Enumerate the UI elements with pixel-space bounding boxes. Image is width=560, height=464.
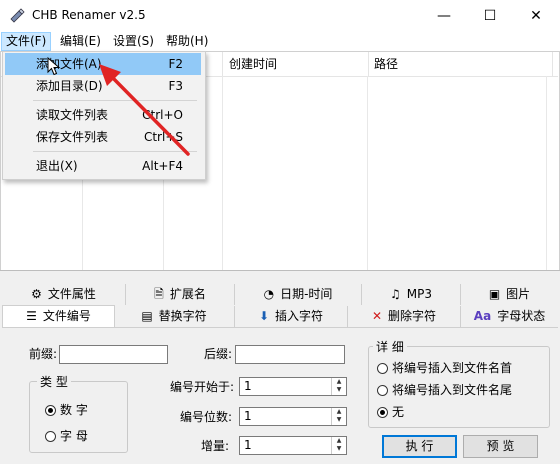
prefix-label: 前缀:	[29, 347, 58, 361]
menu-item-exit[interactable]: 退出(X) Alt+F4	[5, 155, 201, 177]
delete-icon: ✕	[371, 309, 383, 323]
replace-icon: ▤	[141, 309, 153, 323]
radio-unchecked-icon	[377, 385, 388, 396]
spinner-arrows-icon[interactable]: ▲ ▼	[331, 378, 346, 395]
radio-unchecked-icon	[45, 431, 56, 442]
menu-file[interactable]: 文件(F)	[1, 32, 52, 51]
app-icon	[10, 8, 25, 23]
insert-tail-radio[interactable]: 将编号插入到文件名尾	[377, 381, 512, 399]
image-icon: ▣	[488, 287, 501, 301]
window-title: CHB Renamer v2.5	[32, 8, 146, 22]
letter-case-icon: Aa	[473, 309, 492, 323]
mouse-cursor-icon	[47, 57, 61, 76]
maximize-button[interactable]: ☐	[467, 0, 513, 31]
close-icon: ✕	[530, 7, 542, 24]
column-header-created[interactable]: 创建时间	[223, 52, 369, 76]
suffix-input[interactable]	[235, 345, 345, 364]
digits-spinner[interactable]: 1 ▲ ▼	[239, 407, 347, 426]
column-header-path[interactable]: 路径	[368, 52, 553, 76]
maximize-icon: ☐	[483, 7, 497, 24]
gear-icon: ⚙	[31, 287, 42, 301]
tab-replace-chars[interactable]: ▤ 替换字符	[114, 306, 235, 327]
tab-image[interactable]: ▣ 图片	[461, 284, 558, 305]
increment-label: 增量:	[201, 439, 230, 453]
start-label: 编号开始于:	[170, 380, 235, 394]
radio-checked-icon	[45, 405, 56, 416]
close-button[interactable]: ✕	[513, 0, 559, 31]
spinner-arrows-icon[interactable]: ▲ ▼	[331, 408, 346, 425]
minimize-icon: —	[437, 7, 451, 24]
start-spinner[interactable]: 1 ▲ ▼	[239, 377, 347, 396]
menu-edit[interactable]: 编辑(E)	[56, 32, 105, 50]
clock-icon: ◔	[263, 287, 275, 301]
suffix-label: 后缀:	[204, 347, 233, 361]
tab-mp3[interactable]: ♫ MP3	[362, 284, 461, 305]
increment-spinner[interactable]: 1 ▲ ▼	[239, 436, 347, 455]
spinner-arrows-icon[interactable]: ▲ ▼	[331, 437, 346, 454]
execute-button[interactable]: 执 行	[382, 435, 457, 458]
tab-delete-chars[interactable]: ✕ 删除字符	[348, 306, 461, 327]
detail-group-title: 详 细	[373, 338, 407, 355]
document-icon: 🗎	[154, 287, 164, 301]
tab-insert-chars[interactable]: ⬇ 插入字符	[235, 306, 348, 327]
type-group-title: 类 型	[37, 373, 71, 390]
tab-file-numbering[interactable]: ☰ 文件编号	[2, 305, 115, 329]
column-divider	[222, 76, 223, 270]
annotation-arrow-icon	[99, 64, 190, 156]
list-icon: ☰	[26, 309, 37, 323]
preview-button[interactable]: 预 览	[463, 435, 538, 458]
type-digit-radio[interactable]: 数 字	[45, 401, 88, 419]
music-icon: ♫	[390, 287, 401, 301]
menu-settings[interactable]: 设置(S)	[109, 32, 158, 50]
prefix-input[interactable]	[59, 345, 168, 364]
radio-checked-icon	[377, 407, 388, 418]
digits-label: 编号位数:	[180, 410, 233, 424]
none-radio[interactable]: 无	[377, 403, 404, 421]
tab-letter-case[interactable]: Aa 字母状态	[461, 306, 558, 327]
insert-icon: ⬇	[258, 309, 270, 323]
radio-unchecked-icon	[377, 363, 388, 374]
minimize-button[interactable]: —	[421, 0, 467, 31]
type-letter-radio[interactable]: 字 母	[45, 427, 88, 445]
column-divider	[546, 76, 547, 270]
column-divider	[367, 76, 368, 270]
insert-head-radio[interactable]: 将编号插入到文件名首	[377, 359, 512, 377]
tab-file-attributes[interactable]: ⚙ 文件属性	[2, 284, 126, 305]
menu-help[interactable]: 帮助(H)	[162, 32, 212, 50]
tab-date-time[interactable]: ◔ 日期-时间	[235, 284, 362, 305]
tab-extension[interactable]: 🗎 扩展名	[126, 284, 235, 305]
